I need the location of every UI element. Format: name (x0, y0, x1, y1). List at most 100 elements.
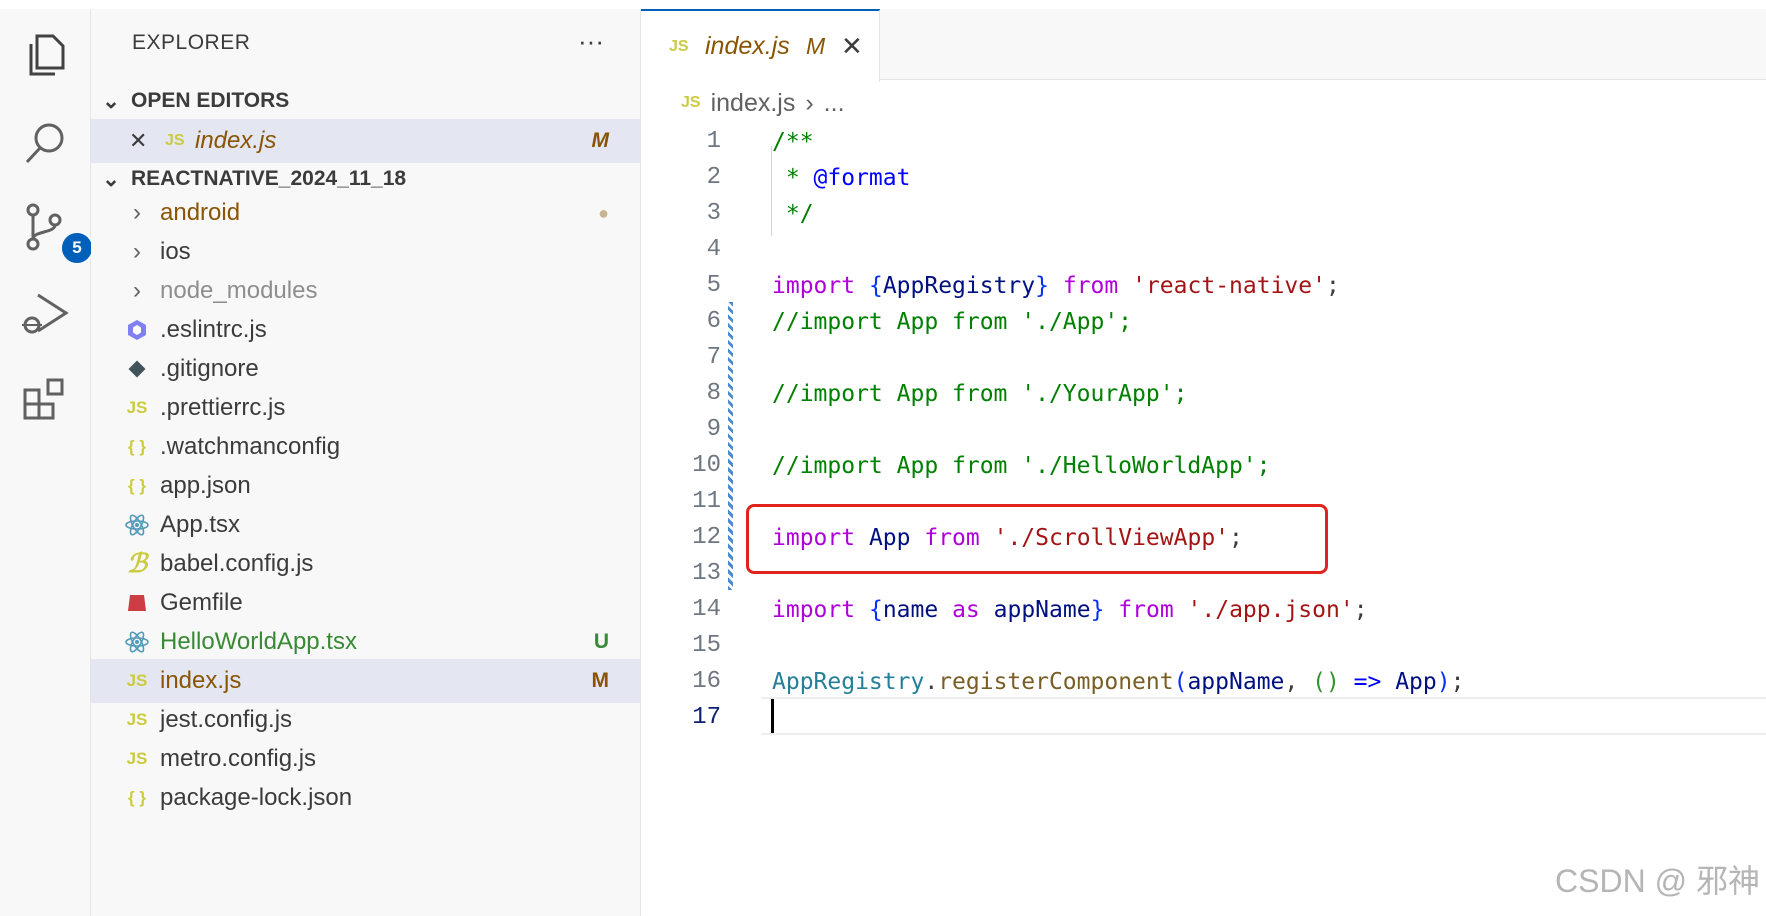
open-editors-section[interactable]: ⌄ OPEN EDITORS (91, 79, 640, 123)
highlight-annotation-box (746, 504, 1328, 574)
line-number: 13 (692, 560, 721, 587)
keyword: as (952, 597, 980, 623)
js-file-icon: JS (681, 94, 701, 111)
code-line: 1 /** (641, 124, 1766, 160)
identifier: appName (1187, 669, 1285, 695)
function-name: registerComponent (938, 669, 1174, 695)
line-number: 7 (706, 344, 721, 371)
code-line: 10 //import App from './HelloWorldApp'; (641, 448, 1766, 484)
modified-flag: M (591, 129, 610, 152)
eslint-icon (122, 319, 152, 341)
comment: */ (772, 201, 814, 227)
identifier: AppRegistry (882, 273, 1036, 299)
js-file-icon: JS (126, 710, 148, 729)
tree-file[interactable]: { } package-lock.json (91, 776, 640, 820)
chevron-right-icon: › (805, 88, 814, 117)
chevron-down-icon: ⌄ (102, 89, 120, 113)
react-icon (122, 631, 152, 653)
tab-index-js[interactable]: JS index.js M ✕ (641, 9, 880, 82)
source-control-icon[interactable]: 5 (18, 201, 94, 265)
paren: () (1312, 669, 1340, 695)
babel-icon: ℬ (126, 549, 148, 579)
tree-folder[interactable]: › ios (91, 230, 640, 274)
jsdoc-tag: @format (813, 165, 911, 191)
line-number: 2 (706, 164, 721, 191)
untracked-flag: U (593, 630, 609, 653)
paren: ( (1173, 669, 1188, 695)
modified-flag: M (806, 33, 826, 59)
tree-file[interactable]: HelloWorldApp.tsx U (91, 620, 640, 664)
close-icon[interactable]: ✕ (841, 31, 863, 62)
line-number: 14 (692, 596, 721, 623)
more-actions-icon[interactable]: ··· (578, 26, 604, 57)
punctuation: , (1284, 669, 1313, 695)
search-icon[interactable] (18, 115, 72, 169)
tree-file[interactable]: { } .watchmanconfig (91, 425, 640, 469)
tree-folder[interactable]: › node_modules (91, 269, 640, 313)
files-icon[interactable] (18, 29, 72, 83)
line-number: 9 (706, 416, 721, 443)
string: 'react-native' (1132, 273, 1326, 299)
punctuation: . (924, 669, 939, 695)
open-editor-name: index.js (195, 127, 277, 154)
code-line: 7 (641, 340, 1766, 376)
file-name: App.tsx (160, 511, 241, 538)
tree-file[interactable]: JS metro.config.js (91, 737, 640, 781)
tree-file[interactable]: .eslintrc.js (91, 308, 640, 352)
tree-file[interactable]: { } app.json (91, 464, 640, 508)
file-name: .gitignore (160, 355, 259, 382)
extensions-icon[interactable] (18, 373, 72, 427)
json-icon: { } (128, 476, 146, 495)
keyword: from (1118, 597, 1174, 623)
identifier: AppRegistry (772, 669, 925, 695)
activity-bar: 5 (0, 9, 94, 916)
line-number: 3 (706, 200, 721, 227)
run-debug-icon[interactable] (18, 287, 72, 341)
tree-file[interactable]: JS jest.config.js (91, 698, 640, 742)
file-name: metro.config.js (160, 745, 317, 772)
tree-file[interactable]: .gitignore (91, 347, 640, 391)
comment: //import App from './YourApp'; (772, 381, 1188, 407)
chevron-right-icon: › (133, 199, 141, 226)
tree-file-selected[interactable]: JS index.js M (91, 659, 640, 703)
brace: } (1090, 597, 1105, 623)
close-icon[interactable]: ✕ (129, 128, 147, 154)
modified-flag: M (591, 669, 610, 692)
code-line: 16 AppRegistry.registerComponent(appName,… (641, 664, 1766, 700)
comment: * (772, 165, 814, 191)
modified-dot: ● (598, 202, 609, 223)
tree-file[interactable]: JS .prettierrc.js (91, 386, 640, 430)
breadcrumb-symbol[interactable]: ... (824, 89, 845, 118)
tree-file[interactable]: Gemfile (91, 581, 640, 625)
comment: /** (772, 129, 814, 155)
open-editors-label: OPEN EDITORS (131, 89, 290, 112)
breadcrumb-file[interactable]: index.js (711, 89, 796, 118)
tab-label: index.js (705, 32, 790, 60)
line-number: 16 (692, 668, 721, 695)
watermark: CSDN @ 邪神 (1555, 863, 1760, 899)
js-file-icon: JS (165, 132, 185, 149)
chevron-right-icon: › (133, 277, 141, 304)
identifier: name (882, 597, 939, 623)
code-line: 9 (641, 412, 1766, 448)
brace: { (868, 597, 883, 623)
keyword: import (772, 273, 856, 299)
code-line: 8 //import App from './YourApp'; (641, 376, 1766, 412)
explorer-title: EXPLORER (132, 31, 251, 54)
react-icon (122, 514, 152, 536)
identifier: appName (993, 597, 1091, 623)
tree-folder[interactable]: › android ● (91, 191, 640, 235)
punctuation: ; (1450, 669, 1465, 695)
chevron-right-icon: › (133, 238, 141, 265)
chevron-down-icon: ⌄ (102, 167, 120, 191)
code-line: 6 //import App from './App'; (641, 304, 1766, 340)
tree-file[interactable]: App.tsx (91, 503, 640, 547)
brace: { (868, 273, 883, 299)
json-icon: { } (128, 437, 146, 456)
code-line: 14 import {name as appName} from './app.j… (641, 592, 1766, 628)
file-name: package-lock.json (160, 784, 353, 811)
comment: //import App from './HelloWorldApp'; (772, 453, 1271, 479)
editor-tab-bar: JS index.js M ✕ (641, 9, 1766, 82)
code-line: 17 (641, 700, 1766, 736)
tree-file[interactable]: ℬ babel.config.js (91, 542, 640, 586)
